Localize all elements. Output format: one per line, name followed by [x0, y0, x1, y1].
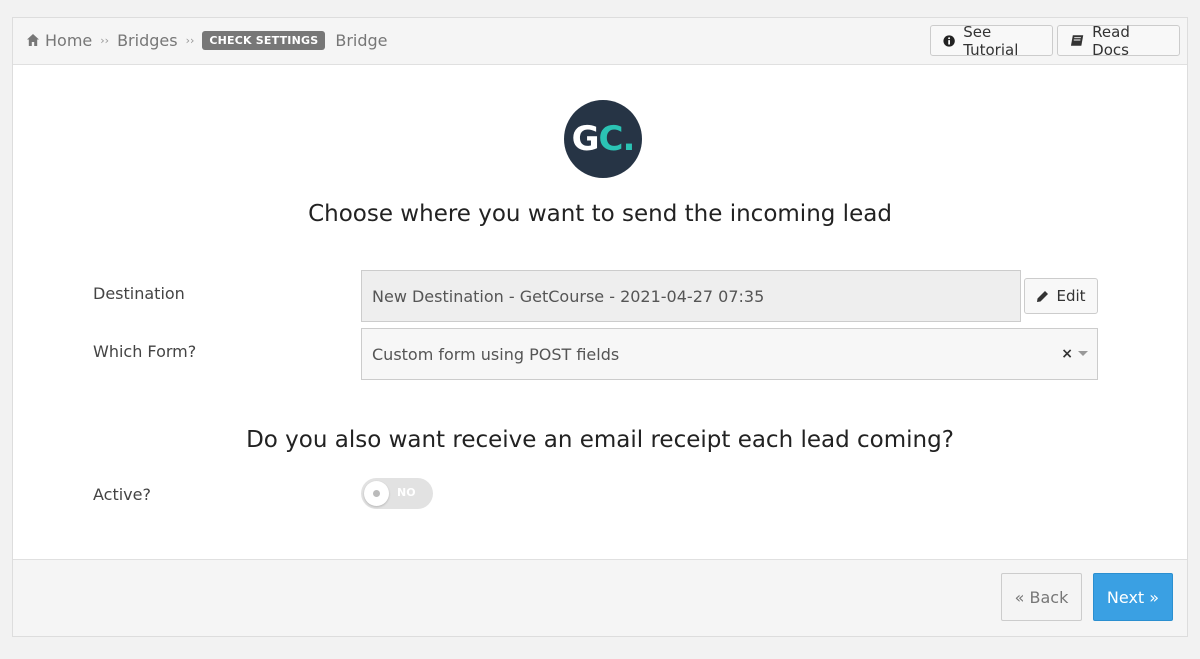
logo-letter-c: C. — [598, 119, 636, 159]
see-tutorial-button[interactable]: See Tutorial — [930, 22, 1053, 59]
read-docs-label: Read Docs — [1092, 22, 1130, 59]
book-icon — [1070, 35, 1084, 46]
breadcrumb: Home ›› Bridges ›› CHECK SETTINGS Bridge — [26, 18, 388, 62]
info-circle-icon — [943, 34, 955, 47]
email-receipt-heading: Do you also want receive an email receip… — [246, 427, 954, 453]
destination-value: New Destination - GetCourse - 2021-04-27… — [372, 286, 765, 306]
main-panel: Home ›› Bridges ›› CHECK SETTINGS Bridge… — [12, 17, 1188, 637]
destination-field[interactable]: New Destination - GetCourse - 2021-04-27… — [361, 270, 1021, 322]
breadcrumb-separator: ›› — [100, 33, 110, 47]
which-form-label: Which Form? — [93, 342, 197, 361]
clear-selection-icon[interactable]: × — [1061, 346, 1073, 362]
next-button[interactable]: Next » — [1093, 573, 1173, 621]
destination-label: Destination — [93, 284, 185, 303]
breadcrumb-separator: ›› — [185, 33, 195, 47]
destination-heading: Choose where you want to send the incomi… — [308, 201, 892, 227]
pencil-icon — [1037, 290, 1049, 302]
which-form-value: Custom form using POST fields — [372, 344, 620, 364]
breadcrumb-current: Bridge — [335, 30, 388, 50]
read-docs-button[interactable]: Read Docs — [1057, 22, 1180, 59]
active-label: Active? — [93, 485, 151, 504]
logo-letter-g: G — [571, 119, 600, 159]
breadcrumb-home[interactable]: Home — [45, 31, 92, 50]
footer-bar: « Back Next » — [13, 559, 1187, 636]
which-form-select[interactable]: Custom form using POST fields × — [361, 328, 1098, 380]
chevron-down-icon[interactable] — [1078, 351, 1088, 356]
home-icon — [27, 34, 39, 46]
edit-label: Edit — [1056, 287, 1086, 305]
active-toggle[interactable]: NO — [361, 478, 433, 509]
see-tutorial-label: See Tutorial — [963, 22, 1019, 59]
top-bar: Home ›› Bridges ›› CHECK SETTINGS Bridge… — [13, 18, 1187, 65]
toggle-knob — [364, 481, 389, 506]
check-settings-badge: CHECK SETTINGS — [202, 30, 326, 50]
back-button[interactable]: « Back — [1001, 573, 1082, 621]
getcourse-logo: G C. — [564, 100, 642, 178]
breadcrumb-bridges[interactable]: Bridges — [117, 31, 178, 50]
edit-destination-button[interactable]: Edit — [1024, 278, 1098, 314]
toggle-state-label: NO — [397, 486, 416, 499]
